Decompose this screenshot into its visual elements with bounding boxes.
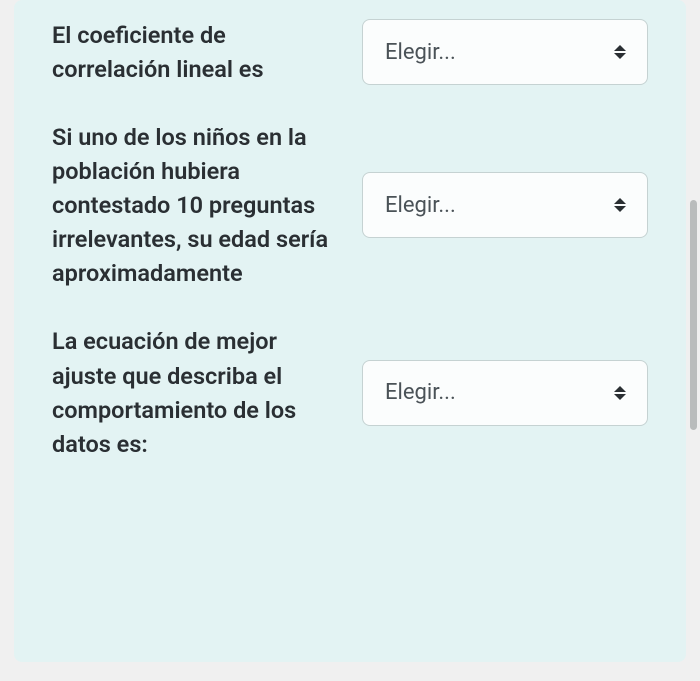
question-panel: El coeficiente de correlación lineal es … xyxy=(14,0,686,662)
select-placeholder: Elegir... xyxy=(385,380,456,405)
question-row-3: La ecuación de mejor ajuste que describa… xyxy=(52,324,648,460)
question-row-1: El coeficiente de correlación lineal es … xyxy=(52,18,648,86)
question-row-2: Si uno de los niños en la población hubi… xyxy=(52,120,648,290)
select-wrap-1: Elegir... xyxy=(362,19,648,85)
question-label-1: El coeficiente de correlación lineal es xyxy=(52,18,342,86)
select-wrap-2: Elegir... xyxy=(362,172,648,238)
select-placeholder: Elegir... xyxy=(385,193,456,218)
scrollbar-thumb[interactable] xyxy=(690,200,697,430)
select-equation[interactable]: Elegir... xyxy=(362,360,648,426)
select-correlation[interactable]: Elegir... xyxy=(362,19,648,85)
question-label-3: La ecuación de mejor ajuste que describa… xyxy=(52,324,342,460)
question-label-2: Si uno de los niños en la población hubi… xyxy=(52,120,342,290)
select-placeholder: Elegir... xyxy=(385,40,456,65)
select-wrap-3: Elegir... xyxy=(362,360,648,426)
select-age[interactable]: Elegir... xyxy=(362,172,648,238)
